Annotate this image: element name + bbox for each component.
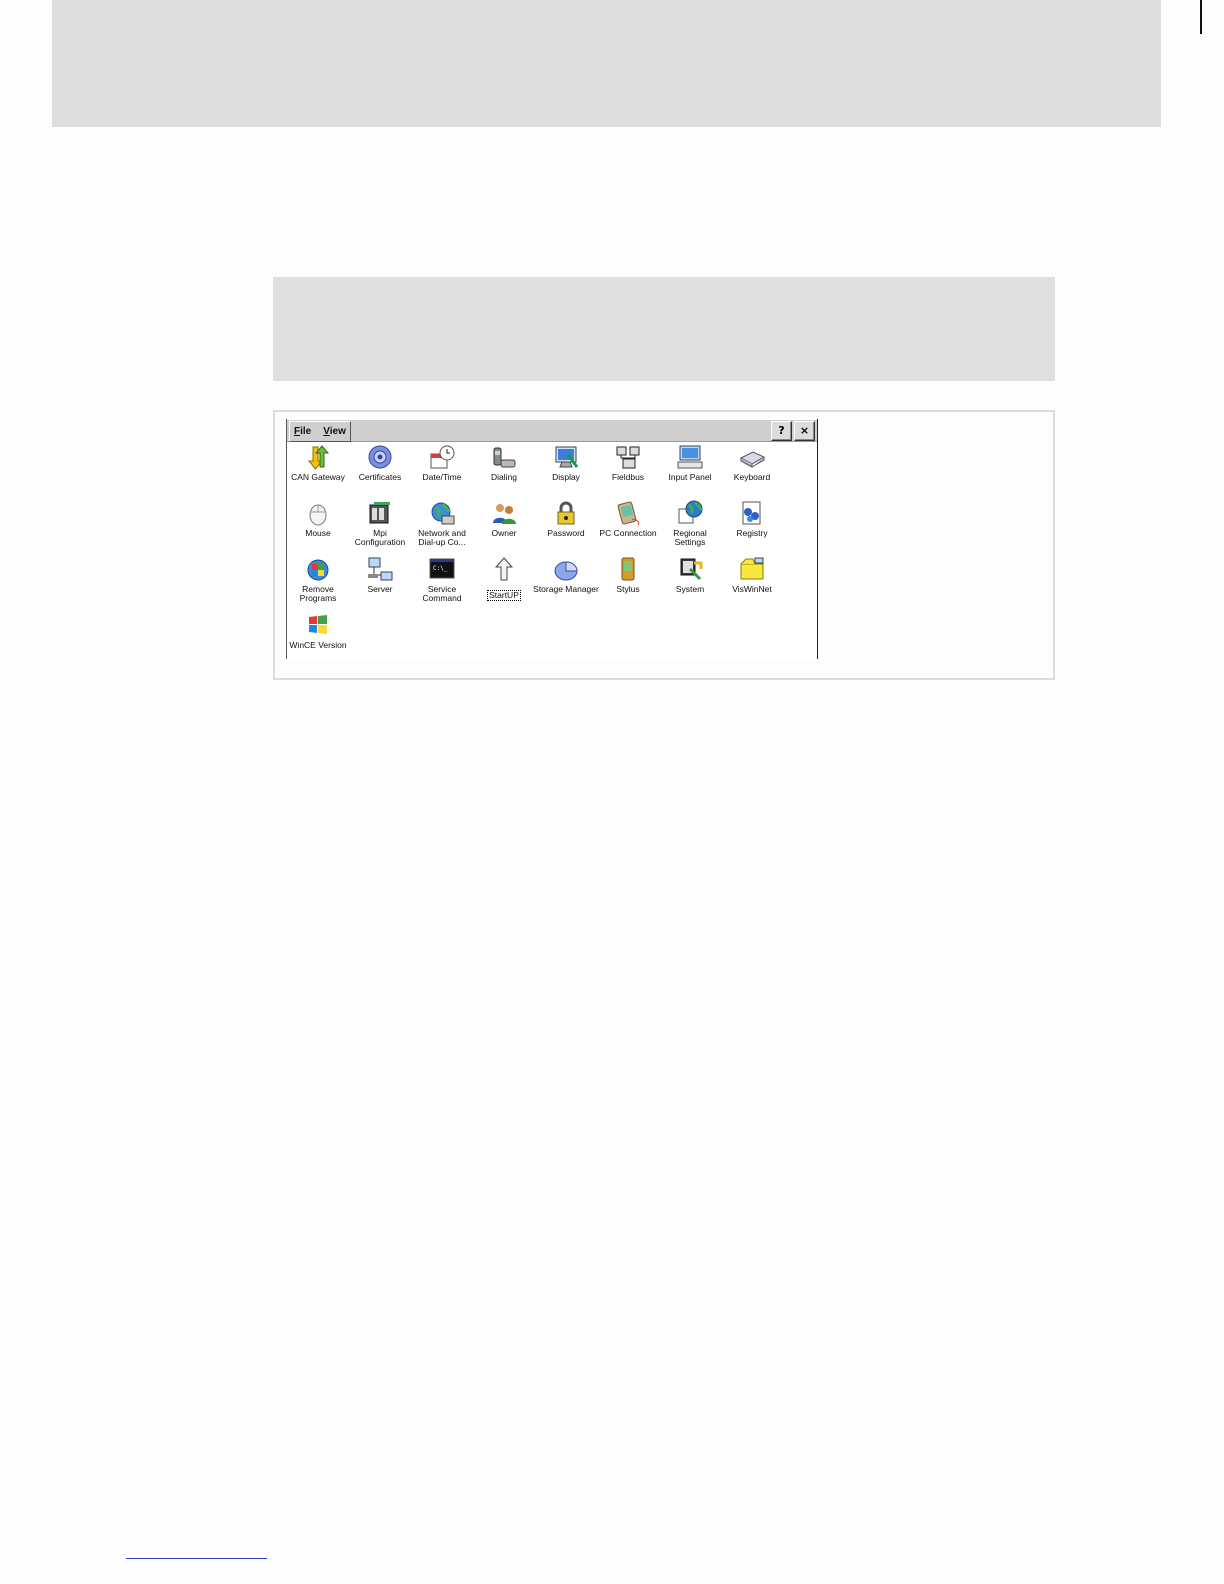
applet-tile[interactable]: Owner: [471, 499, 537, 553]
applet-label: Dialing: [491, 472, 517, 482]
applet-tile[interactable]: VisWinNet: [719, 555, 785, 609]
can-gateway-icon: [307, 445, 330, 470]
applet-tile[interactable]: Stylus: [595, 555, 661, 609]
close-button[interactable]: ×: [794, 421, 815, 441]
mpi-configuration-icon: [369, 502, 390, 524]
menu-group: File View: [289, 421, 351, 442]
figure-frame: File View ? × CAN Gateway Certificates Dat…: [273, 410, 1055, 680]
applet-label: Remove Programs: [299, 584, 337, 603]
applet-tile[interactable]: Mouse: [287, 499, 351, 553]
applet-label: Fieldbus: [611, 472, 645, 482]
applet-tile[interactable]: Certificates: [347, 443, 413, 497]
viswinnet-icon: [740, 557, 764, 580]
applet-tile[interactable]: PC Connection: [595, 499, 661, 553]
applet-tile[interactable]: Registry: [719, 499, 785, 553]
header-band: [52, 0, 1161, 127]
applet-label: Keyboard: [733, 472, 771, 482]
date-time-icon: [430, 445, 455, 469]
applet-tile[interactable]: CAN Gateway: [287, 443, 351, 497]
applet-tile[interactable]: Input Panel: [657, 443, 723, 497]
applet-tile[interactable]: WinCE Version: [287, 611, 351, 659]
applet-tile[interactable]: System: [657, 555, 723, 609]
applet-label: Display: [552, 472, 580, 482]
applet-tile[interactable]: Mpi Configuration: [347, 499, 413, 553]
applet-label: Regional Settings: [673, 528, 707, 547]
pc-connection-icon: [617, 501, 640, 526]
applet-label: Mpi Configuration: [354, 528, 406, 547]
applet-label: Mouse: [305, 528, 331, 538]
applet-tile[interactable]: Remove Programs: [287, 555, 351, 609]
owner-icon: [493, 504, 516, 524]
svg-text:C:\_: C:\_: [433, 565, 448, 572]
applet-label: Server: [367, 584, 393, 594]
control-panel-window: File View ? × CAN Gateway Certificates Dat…: [286, 419, 818, 659]
applet-label: PC Connection: [599, 528, 657, 538]
applet-tile[interactable]: Fieldbus: [595, 443, 661, 497]
system-icon: [680, 558, 703, 581]
applet-label: Owner: [491, 528, 517, 538]
menu-file[interactable]: File: [294, 426, 311, 437]
applet-label: WinCE Version: [289, 640, 347, 650]
applet-label: StartUP: [487, 590, 521, 601]
applet-label: Date/Time: [422, 472, 462, 482]
regional-settings-icon: [678, 500, 703, 524]
applet-label: Registry: [736, 528, 768, 538]
startup-icon: [494, 557, 514, 581]
applet-tile[interactable]: Server: [347, 555, 413, 609]
applet-label: Service Command: [422, 584, 462, 603]
registry-icon: [742, 501, 761, 525]
server-icon: [368, 557, 393, 581]
input-panel-icon: [677, 445, 703, 469]
password-icon: [557, 501, 575, 525]
applet-label: VisWinNet: [732, 584, 772, 594]
applet-tile[interactable]: C:\_ Service Command: [409, 555, 475, 609]
stylus-icon: [621, 557, 635, 581]
fieldbus-icon: [616, 446, 640, 469]
help-button[interactable]: ?: [771, 421, 792, 441]
applet-label: Input Panel: [668, 472, 712, 482]
applet-label: Network and Dial-up Co...: [418, 528, 466, 547]
storage-manager-icon: [554, 561, 578, 581]
applet-tile[interactable]: Password: [533, 499, 599, 553]
applet-label: CAN Gateway: [291, 472, 345, 482]
mouse-icon: [309, 504, 327, 526]
applet-tile[interactable]: Date/Time: [409, 443, 475, 497]
applet-label: Certificates: [358, 472, 402, 482]
keyboard-icon: [739, 451, 766, 468]
applet-tile[interactable]: Keyboard: [719, 443, 785, 497]
service-command-icon: C:\_: [429, 558, 455, 579]
applet-tile[interactable]: Dialing: [471, 443, 537, 497]
applet-label: Password: [547, 528, 585, 538]
applet-label: Storage Manager: [533, 584, 599, 594]
note-box: [273, 277, 1055, 381]
display-icon: [555, 446, 579, 468]
menu-view[interactable]: View: [323, 426, 346, 437]
applet-tile[interactable]: StartUP: [471, 555, 537, 609]
dialing-icon: [493, 447, 516, 468]
network-icon: [431, 502, 455, 525]
applet-tile[interactable]: Display: [533, 443, 599, 497]
certificates-icon: [368, 445, 392, 469]
footer-link-underline[interactable]: [126, 1558, 267, 1559]
applet-label: System: [675, 584, 705, 594]
applet-tile[interactable]: Storage Manager: [533, 555, 599, 609]
wince-version-icon: [309, 615, 327, 634]
margin-rule: [1200, 0, 1202, 34]
remove-programs-icon: [307, 559, 329, 581]
applet-tile[interactable]: Network and Dial-up Co...: [409, 499, 475, 553]
menu-bar: File View ? ×: [287, 419, 817, 442]
applet-tile[interactable]: Regional Settings: [657, 499, 723, 553]
applet-label: Stylus: [616, 584, 640, 594]
